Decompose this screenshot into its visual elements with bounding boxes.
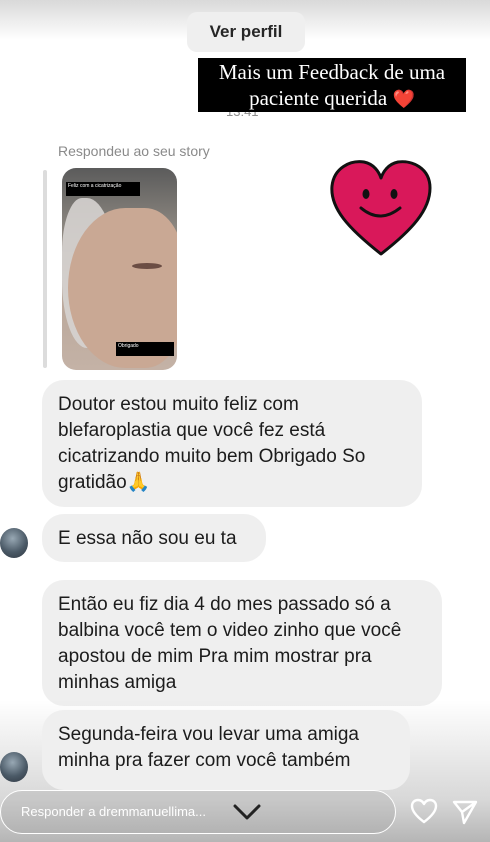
caption-line-2-text: paciente querida	[249, 86, 388, 110]
story-caption: Mais um Feedback de uma paciente querida…	[198, 58, 466, 112]
message-bubble[interactable]: Doutor estou muito feliz com blefaroplas…	[42, 380, 422, 507]
reply-input[interactable]: Responder a dremmanuellima...	[0, 790, 396, 834]
message-bubble[interactable]: Então eu fiz dia 4 do mes passado só a b…	[42, 580, 442, 706]
avatar[interactable]	[0, 752, 28, 782]
message-bubble[interactable]: E essa não sou eu ta	[42, 514, 266, 562]
red-heart-emoji: ❤️	[392, 89, 415, 109]
view-profile-button[interactable]: Ver perfil	[187, 12, 305, 52]
heart-icon[interactable]	[410, 798, 438, 824]
patient-eye	[132, 263, 162, 269]
caption-line-2: paciente querida ❤️	[198, 85, 466, 112]
thumbnail-top-text: Feliz com a cicatrização	[66, 182, 140, 196]
message-bubble[interactable]: Segunda-feira vou levar uma amiga minha …	[42, 710, 410, 790]
story-thumbnail[interactable]: Feliz com a cicatrização Obrigado	[62, 168, 177, 370]
chevron-down-icon[interactable]	[231, 799, 263, 825]
story-reply-label: Respondeu ao seu story	[58, 143, 210, 159]
thumbnail-bottom-text: Obrigado	[116, 342, 174, 356]
send-icon[interactable]	[451, 798, 479, 826]
avatar[interactable]	[0, 528, 28, 558]
reply-placeholder: Responder a dremmanuellima...	[21, 804, 206, 819]
story-reply-bar	[43, 170, 47, 368]
smiling-heart-sticker	[330, 160, 432, 256]
caption-line-1: Mais um Feedback de uma	[218, 60, 446, 84]
